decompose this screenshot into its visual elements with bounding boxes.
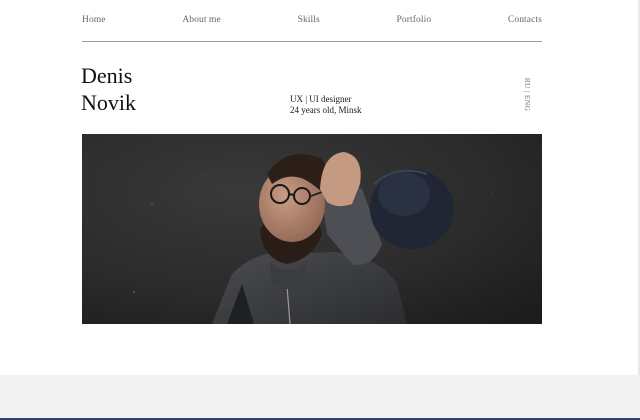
role-title: UX | UI designer [290,94,352,104]
first-name: Denis [81,63,133,88]
role-info: UX | UI designer 24 years old, Minsk [290,94,362,116]
nav-divider [82,41,542,42]
role-details: 24 years old, Minsk [290,105,362,115]
portrait-photo-icon [82,134,542,324]
nav-item-about-me[interactable]: About me [182,15,221,25]
nav-item-portfolio[interactable]: Portfolio [397,15,432,25]
top-navigation: Home About me Skills Portfolio Contacts [82,12,542,28]
nav-item-contacts[interactable]: Contacts [508,15,542,25]
last-name: Novik [81,90,136,115]
footer-band [0,375,640,418]
nav-item-home[interactable]: Home [82,15,106,25]
language-switcher-label[interactable]: RU | ENG [524,77,533,110]
page-title: Denis Novik [81,62,136,116]
nav-item-skills[interactable]: Skills [298,15,320,25]
hero-photo [82,134,542,324]
page: Home About me Skills Portfolio Contacts … [0,0,640,420]
language-switcher[interactable]: RU | ENG [521,77,535,110]
